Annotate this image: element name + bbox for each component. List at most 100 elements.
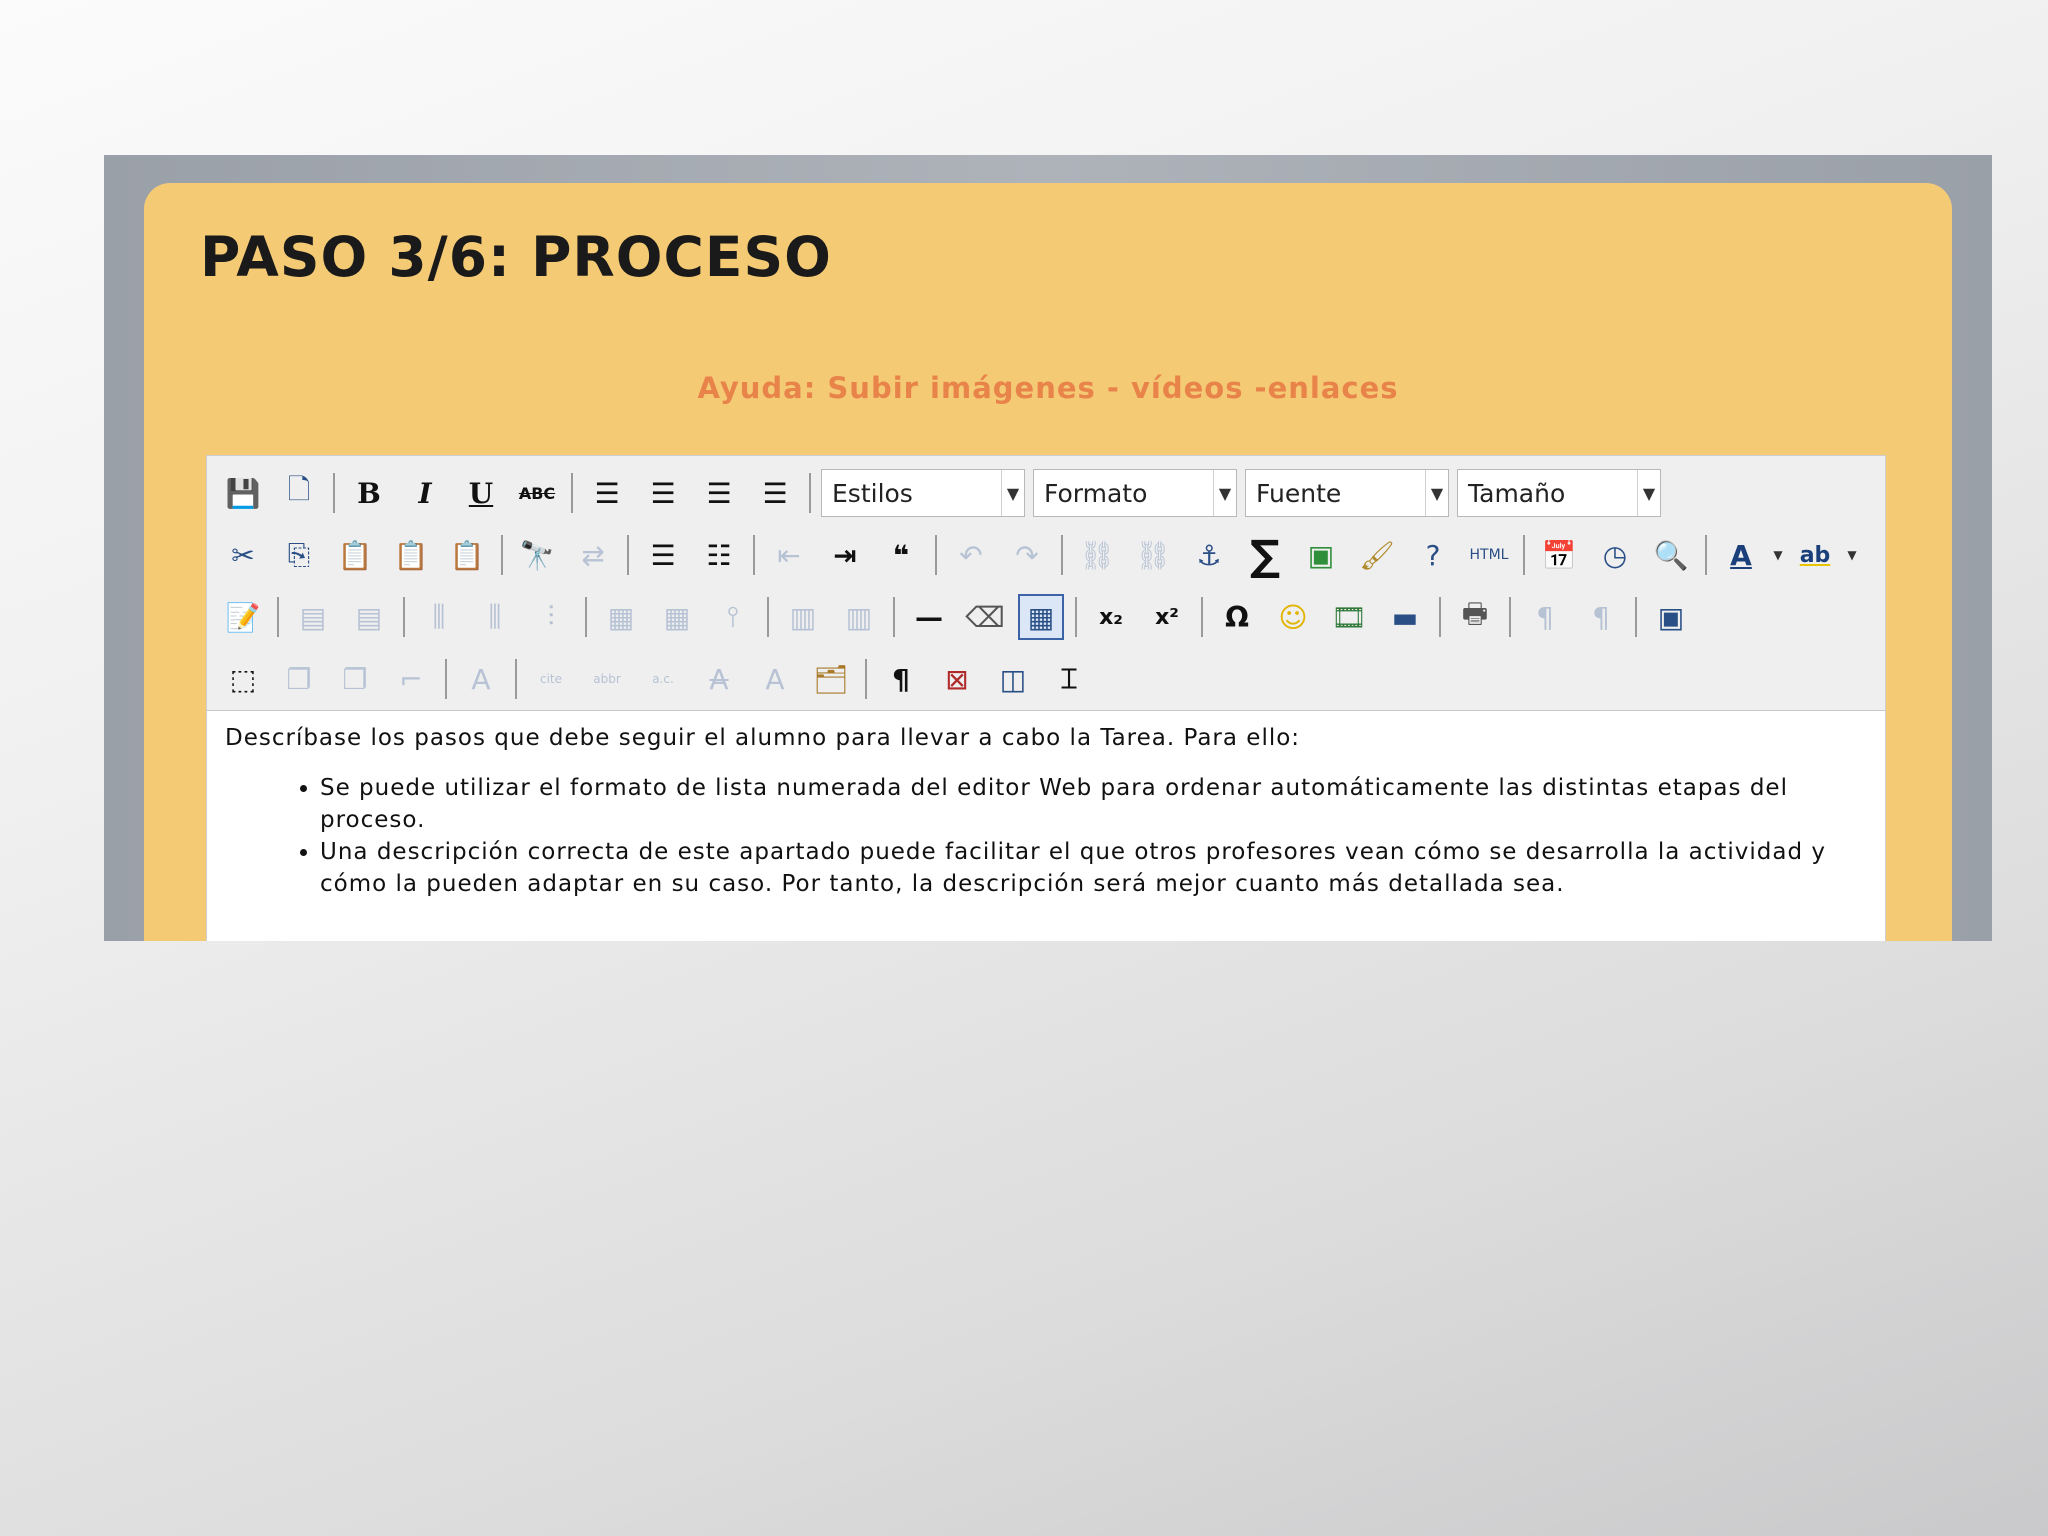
superscript-icon[interactable]: x² [1144, 594, 1190, 640]
numbered-list-icon[interactable]: ☷ [696, 532, 742, 578]
font-dropdown[interactable]: Fuente ▼ [1245, 469, 1449, 517]
table-props-icon[interactable]: ▥ [780, 594, 826, 640]
blocks-icon[interactable]: ◫ [990, 656, 1036, 702]
html-icon[interactable]: HTML [1466, 532, 1512, 578]
paste-icon[interactable]: 📋 [332, 532, 378, 578]
toolbar-separator [809, 473, 811, 513]
undo-icon[interactable]: ↶ [948, 532, 994, 578]
link-icon[interactable]: ⛓ [1074, 532, 1120, 578]
insert-text-icon[interactable]: A [752, 656, 798, 702]
toolbar-separator [403, 597, 405, 637]
align-justify-icon[interactable]: ☰ [752, 470, 798, 516]
toolbar-separator [1439, 597, 1441, 637]
split-cell-icon[interactable]: ⫶ [528, 594, 574, 640]
attributes-icon[interactable]: 🗂 [808, 656, 854, 702]
indent-icon[interactable]: ⇥ [822, 532, 868, 578]
horizontal-rule-icon[interactable]: — [906, 594, 952, 640]
acronym-icon[interactable]: a.c. [640, 656, 686, 702]
list-item: Una descripción correcta de este apartad… [320, 836, 1855, 900]
delete-column-icon[interactable]: ⫼ [472, 594, 518, 640]
blockquote-icon[interactable]: ❝ [878, 532, 924, 578]
step-panel: PASO 3/6: PROCESO Ayuda: Subir imágenes … [144, 183, 1952, 941]
page-break-icon[interactable]: ⌶ [1046, 656, 1092, 702]
editor-bullet-list: Se puede utilizar el formato de lista nu… [225, 772, 1855, 900]
editor-content[interactable]: Descríbase los pasos que debe seguir el … [225, 722, 1855, 900]
rtl-icon[interactable]: ¶ [1578, 594, 1624, 640]
form-icon[interactable]: 📝 [220, 594, 266, 640]
paste-text-icon[interactable]: 📋 [388, 532, 434, 578]
toolbar-separator [1523, 535, 1525, 575]
chevron-down-icon[interactable]: ▼ [1843, 532, 1861, 578]
pilcrow-icon[interactable]: ¶ [878, 656, 924, 702]
italic-icon[interactable]: I [402, 470, 448, 516]
bulleted-list-icon[interactable]: ☰ [640, 532, 686, 578]
delete-row-icon[interactable]: ▤ [346, 594, 392, 640]
merge-cells-icon[interactable]: ▦ [598, 594, 644, 640]
toolbar-separator [1061, 535, 1063, 575]
print-icon[interactable]: 🖶 [1452, 594, 1498, 640]
editor-toolbar: 💾 🗋 B I U ABC ☰ ☰ ☰ ☰ Estilos ▼ Formato … [207, 456, 1885, 711]
style-props-icon[interactable]: A [458, 656, 504, 702]
video-icon[interactable]: 🎞 [1326, 594, 1372, 640]
paste-word-icon[interactable]: 📋 [444, 532, 490, 578]
cell-properties-icon[interactable]: ▦ [654, 594, 700, 640]
ltr-icon[interactable]: ¶ [1522, 594, 1568, 640]
toolbar-separator [277, 597, 279, 637]
absolute-position-icon[interactable]: ⌐ [388, 656, 434, 702]
image-icon[interactable]: ▣ [1298, 532, 1344, 578]
chevron-down-icon: ▼ [1425, 470, 1448, 516]
row-props-icon[interactable]: ▥ [836, 594, 882, 640]
save-icon[interactable]: 💾 [220, 470, 266, 516]
cite-icon[interactable]: cite [528, 656, 574, 702]
help-icon[interactable]: ? [1410, 532, 1456, 578]
help-link[interactable]: Ayuda: Subir imágenes - vídeos -enlaces [144, 371, 1952, 405]
insert-column-icon[interactable]: ⫼ [416, 594, 462, 640]
cut-icon[interactable]: ✂ [220, 532, 266, 578]
size-dropdown[interactable]: Tamaño ▼ [1457, 469, 1661, 517]
flash-icon[interactable]: ▬ [1382, 594, 1428, 640]
calendar-icon[interactable]: 📅 [1536, 532, 1582, 578]
toolbar-separator [627, 535, 629, 575]
unlink-icon[interactable]: ⛓ [1130, 532, 1176, 578]
toolbar-separator [753, 535, 755, 575]
chevron-down-icon: ▼ [1213, 470, 1236, 516]
smiley-icon[interactable]: ☺ [1270, 594, 1316, 640]
text-color-icon[interactable]: A [1718, 532, 1764, 578]
table-split-icon[interactable]: ⫯ [710, 594, 756, 640]
outdent-icon[interactable]: ⇤ [766, 532, 812, 578]
layer-backward-icon[interactable]: ❐ [332, 656, 378, 702]
redo-icon[interactable]: ↷ [1004, 532, 1050, 578]
new-page-icon[interactable]: 🗋 [276, 470, 322, 516]
eraser-icon[interactable]: ⌫ [962, 594, 1008, 640]
find-icon[interactable]: 🔭 [514, 532, 560, 578]
special-char-icon[interactable]: Ω [1214, 594, 1260, 640]
format-dropdown[interactable]: Formato ▼ [1033, 469, 1237, 517]
strikethrough-icon[interactable]: ABC [514, 470, 560, 516]
chevron-down-icon[interactable]: ▼ [1769, 532, 1787, 578]
toolbar-separator [935, 535, 937, 575]
select-all-icon[interactable]: ⬚ [220, 656, 266, 702]
copy-icon[interactable]: ⎘ [276, 532, 322, 578]
table-icon[interactable]: ▦ [1018, 594, 1064, 640]
abbr-icon[interactable]: abbr [584, 656, 630, 702]
align-left-icon[interactable]: ☰ [584, 470, 630, 516]
anchor-icon[interactable]: ⚓ [1186, 532, 1232, 578]
no-break-icon[interactable]: ⊠ [934, 656, 980, 702]
layer-forward-icon[interactable]: ❐ [276, 656, 322, 702]
preview-icon[interactable]: 🔍 [1648, 532, 1694, 578]
align-right-icon[interactable]: ☰ [696, 470, 742, 516]
brush-icon[interactable]: 🖌 [1354, 532, 1400, 578]
subscript-icon[interactable]: x₂ [1088, 594, 1134, 640]
sigma-icon[interactable]: ∑ [1242, 531, 1288, 580]
toolbar-row-4: ⬚ ❐ ❐ ⌐ A cite abbr a.c. A A 🗂 ¶ ⊠ ◫ ⌶ [215, 652, 1877, 706]
replace-icon[interactable]: ⇄ [570, 532, 616, 578]
styles-dropdown[interactable]: Estilos ▼ [821, 469, 1025, 517]
background-color-icon[interactable]: ab [1792, 532, 1838, 578]
templates-icon[interactable]: ▣ [1648, 594, 1694, 640]
align-center-icon[interactable]: ☰ [640, 470, 686, 516]
bold-icon[interactable]: B [346, 470, 392, 516]
insert-row-icon[interactable]: ▤ [290, 594, 336, 640]
underline-icon[interactable]: U [458, 470, 504, 516]
clock-icon[interactable]: ◷ [1592, 532, 1638, 578]
delete-text-icon[interactable]: A [696, 656, 742, 702]
